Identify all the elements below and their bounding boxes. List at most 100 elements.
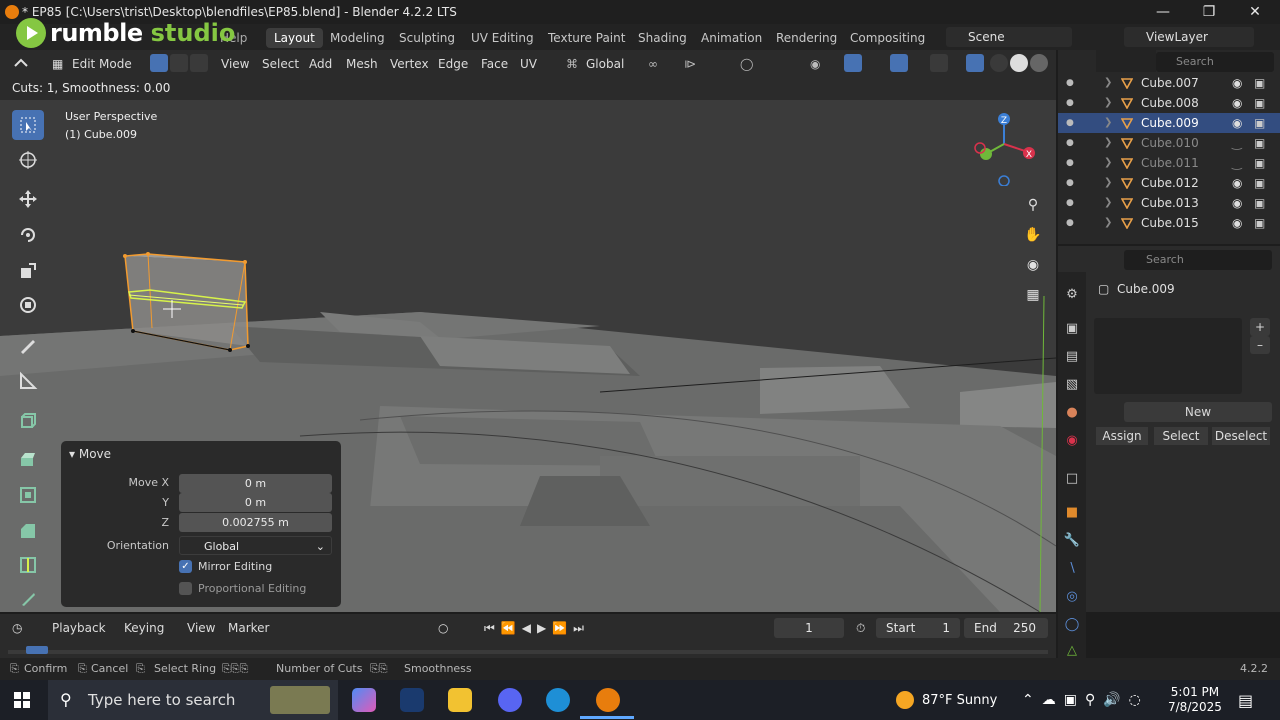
eye-icon[interactable]: ◉ <box>1232 193 1242 213</box>
scene-tab-icon[interactable]: ● <box>1062 402 1082 422</box>
tab-modeling[interactable]: Modeling <box>322 28 393 48</box>
mirror-editing-checkbox[interactable]: ✓ Mirror Editing <box>179 560 272 573</box>
camera-render-icon[interactable]: ▣ <box>1254 73 1265 93</box>
material-shading-button[interactable] <box>1030 54 1048 72</box>
menu-face[interactable]: Face <box>481 54 508 74</box>
select-box-tool-icon[interactable] <box>12 110 44 140</box>
visibility-dot-icon[interactable]: ● <box>1066 193 1074 213</box>
outliner-row[interactable]: ● ❯ Cube.008 ◉ ▣ <box>1058 93 1280 113</box>
visibility-dot-icon[interactable]: ● <box>1066 133 1074 153</box>
view-layer-selector[interactable]: ViewLayer <box>1124 27 1254 47</box>
timeline-scrubber[interactable] <box>8 650 1048 654</box>
expand-chevron-icon[interactable]: ❯ <box>1104 153 1112 173</box>
close-window-button[interactable]: ✕ <box>1232 0 1278 24</box>
eye-icon[interactable]: ◉ <box>1232 73 1242 93</box>
visibility-dot-icon[interactable]: ● <box>1066 73 1074 93</box>
file-explorer-app-icon[interactable] <box>448 688 472 712</box>
visibility-dot-icon[interactable]: ● <box>1066 213 1074 233</box>
data-tab-icon[interactable]: △ <box>1062 640 1082 660</box>
expand-chevron-icon[interactable]: ❯ <box>1104 193 1112 213</box>
add-cube-tool-icon[interactable] <box>12 406 44 436</box>
properties-search-input[interactable]: Search <box>1124 250 1272 270</box>
editor-type-icon[interactable] <box>12 54 30 72</box>
menu-add[interactable]: Add <box>309 54 332 74</box>
move-z-field[interactable]: 0.002755 m <box>179 513 332 532</box>
orientation-dropdown[interactable]: Global ⌄ <box>179 536 332 555</box>
new-material-button[interactable]: New <box>1124 402 1272 422</box>
auto-keying-icon[interactable]: ○ <box>438 620 448 636</box>
outliner-row[interactable]: ● ❯ Cube.015 ◉ ▣ <box>1058 213 1280 233</box>
discord-app-icon[interactable] <box>498 688 522 712</box>
outliner-row[interactable]: ● ❯ Cube.010 ‿ ▣ <box>1058 133 1280 153</box>
outliner-row[interactable]: ● ❯ Cube.009 ◉ ▣ <box>1058 113 1280 133</box>
move-x-field[interactable]: 0 m <box>179 474 332 493</box>
camera-view-icon[interactable]: ◉ <box>1020 252 1046 278</box>
zoom-icon[interactable]: ⚲ <box>1020 192 1046 218</box>
taskbar-search-box[interactable]: ⚲ Type here to search <box>48 680 338 720</box>
camera-render-icon[interactable]: ▣ <box>1254 113 1265 133</box>
current-frame-field[interactable]: 1 <box>774 618 844 638</box>
menu-mesh[interactable]: Mesh <box>346 54 378 74</box>
assign-button[interactable]: Assign <box>1096 427 1148 445</box>
outliner-row[interactable]: ● ❯ Cube.013 ◉ ▣ <box>1058 193 1280 213</box>
visibility-dot-icon[interactable]: ● <box>1066 93 1074 113</box>
solid-shading-button[interactable] <box>1010 54 1028 72</box>
clock[interactable]: 5:01 PM 7/8/2025 <box>1168 680 1222 720</box>
camera-render-icon[interactable]: ▣ <box>1254 193 1265 213</box>
render-tab-icon[interactable]: ▣ <box>1062 318 1082 338</box>
visibility-icon[interactable]: ◉ <box>810 54 820 74</box>
expand-chevron-icon[interactable]: ❯ <box>1104 113 1112 133</box>
inset-tool-icon[interactable] <box>12 480 44 510</box>
expand-chevron-icon[interactable]: ❯ <box>1104 213 1112 233</box>
minimize-button[interactable]: — <box>1140 0 1186 24</box>
playback-controls-icon[interactable]: ⏮⏪◀▶⏩⏭ <box>484 620 590 636</box>
outliner-display-mode[interactable] <box>1096 50 1156 72</box>
mesh-edit-overlay-button[interactable] <box>930 54 948 72</box>
view-layer-tab-icon[interactable]: ▧ <box>1062 374 1082 394</box>
vertex-select-mode-button[interactable] <box>150 54 168 72</box>
constraints-tab-icon[interactable]: ◯ <box>1062 614 1082 634</box>
eye-icon[interactable]: ◉ <box>1232 213 1242 233</box>
proportional-editing-icon[interactable]: ◯ <box>740 54 753 74</box>
mode-dropdown[interactable]: Edit Mode <box>72 54 132 74</box>
remove-material-slot-button[interactable]: – <box>1250 336 1270 354</box>
expand-chevron-icon[interactable]: ❯ <box>1104 133 1112 153</box>
eye-icon[interactable]: ‿ <box>1232 153 1242 173</box>
scale-tool-icon[interactable] <box>12 256 44 286</box>
camera-render-icon[interactable]: ▣ <box>1254 153 1265 173</box>
object-tab-icon[interactable]: ■ <box>1062 502 1082 522</box>
material-slot-list[interactable] <box>1094 318 1242 394</box>
modifier-tab-icon[interactable]: 🔧 <box>1062 530 1082 550</box>
menu-edge[interactable]: Edge <box>438 54 468 74</box>
perspective-toggle-icon[interactable]: ▦ <box>1020 282 1046 308</box>
stopwatch-icon[interactable]: ⏱ <box>856 620 865 636</box>
snap-icon[interactable]: ⧐ <box>684 54 696 74</box>
rotate-tool-icon[interactable] <box>12 220 44 250</box>
world-tab-icon[interactable]: ◉ <box>1062 430 1082 450</box>
tab-texture-paint[interactable]: Texture Paint <box>540 28 633 48</box>
eye-icon[interactable]: ◉ <box>1232 173 1242 193</box>
tab-rendering[interactable]: Rendering <box>768 28 845 48</box>
tab-uv-editing[interactable]: UV Editing <box>463 28 542 48</box>
copilot-app-icon[interactable] <box>352 688 376 712</box>
visibility-dot-icon[interactable]: ● <box>1066 113 1074 133</box>
camera-render-icon[interactable]: ▣ <box>1254 173 1265 193</box>
tab-compositing[interactable]: Compositing <box>842 28 933 48</box>
eye-icon[interactable]: ◉ <box>1232 93 1242 113</box>
pivot-point-icon[interactable]: ∞ <box>648 54 658 74</box>
loop-cut-tool-icon[interactable] <box>12 550 44 580</box>
tab-sculpting[interactable]: Sculpting <box>391 28 463 48</box>
view-menu[interactable]: View <box>187 620 215 636</box>
tool-tab-icon[interactable]: ⚙ <box>1062 284 1082 304</box>
outliner-row[interactable]: ● ❯ Cube.012 ◉ ▣ <box>1058 173 1280 193</box>
edge-select-mode-button[interactable] <box>170 54 188 72</box>
menu-view[interactable]: View <box>221 54 249 74</box>
move-tool-icon[interactable] <box>12 184 44 214</box>
deselect-button[interactable]: Deselect <box>1212 427 1270 445</box>
proportional-editing-checkbox[interactable]: Proportional Editing <box>179 582 306 595</box>
transform-orientation-dropdown[interactable]: Global <box>586 54 624 74</box>
tab-layout[interactable]: Layout <box>266 28 323 48</box>
camera-render-icon[interactable]: ▣ <box>1254 133 1265 153</box>
navigation-gizmo[interactable]: Z X <box>968 106 1048 186</box>
overlay-toggle-button[interactable] <box>890 54 908 72</box>
